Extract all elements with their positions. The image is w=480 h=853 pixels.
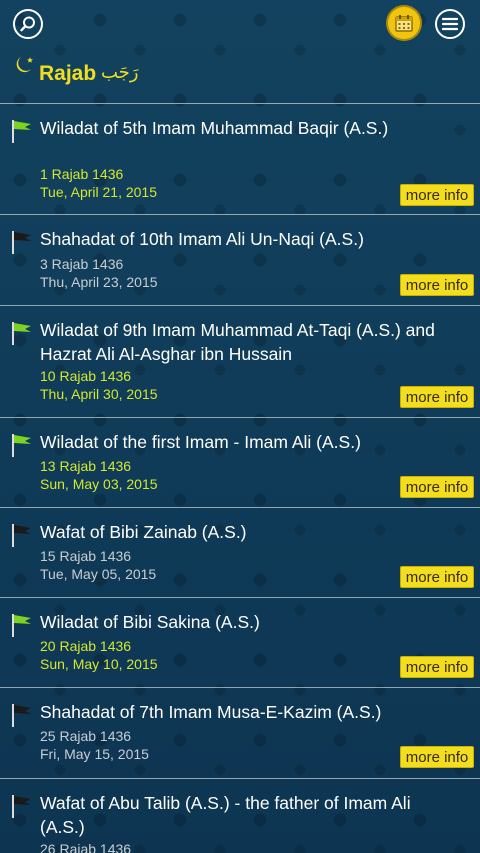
event-title: Wiladat of Bibi Sakina (A.S.) <box>40 612 260 632</box>
crescent-moon-icon <box>16 57 33 73</box>
event-title: Wiladat of 9th Imam Muhammad At-Taqi (A.… <box>40 320 435 364</box>
more-info-button[interactable]: more info <box>400 656 474 678</box>
calendar-icon <box>395 15 413 32</box>
event-item[interactable]: Wiladat of 9th Imam Muhammad At-Taqi (A.… <box>0 306 480 416</box>
event-item[interactable]: Wiladat of 5th Imam Muhammad Baqir (A.S.… <box>0 104 480 214</box>
search-icon <box>20 16 35 32</box>
green-flag-icon <box>12 614 31 637</box>
event-item[interactable]: Wafat of Abu Talib (A.S.) - the father o… <box>0 779 480 853</box>
month-title-arabic: رَجَب <box>101 62 139 83</box>
event-gregorian-date: Sun, May 03, 2015 <box>40 476 158 492</box>
event-title: Shahadat of 7th Imam Musa-E-Kazim (A.S.) <box>40 702 382 722</box>
black-flag-icon <box>12 231 31 254</box>
event-title: Wafat of Abu Talib (A.S.) - the father o… <box>40 793 411 837</box>
more-info-button[interactable]: more info <box>400 746 474 768</box>
event-gregorian-date: Tue, May 05, 2015 <box>40 566 157 582</box>
menu-icon <box>442 17 458 31</box>
black-flag-icon <box>12 704 31 727</box>
event-title: Wiladat of the first Imam - Imam Ali (A.… <box>40 432 361 452</box>
more-info-button[interactable]: more info <box>400 274 474 296</box>
black-flag-icon <box>12 795 31 818</box>
event-gregorian-date: Fri, May 15, 2015 <box>40 746 149 762</box>
menu-button[interactable] <box>435 9 465 39</box>
event-hijri-date: 25 Rajab 1436 <box>40 728 132 744</box>
black-flag-icon <box>12 524 31 547</box>
event-item[interactable]: Wiladat of Bibi Sakina (A.S.) 20 Rajab 1… <box>0 598 480 688</box>
event-item[interactable]: Wafat of Bibi Zainab (A.S.) 15 Rajab 143… <box>0 508 480 598</box>
event-title: Wafat of Bibi Zainab (A.S.) <box>40 522 247 542</box>
event-item[interactable]: Shahadat of 7th Imam Musa-E-Kazim (A.S.)… <box>0 688 480 778</box>
green-flag-icon <box>12 120 31 143</box>
month-header: Rajab رَجَب <box>0 52 480 98</box>
event-title: Wiladat of 5th Imam Muhammad Baqir (A.S.… <box>40 118 389 138</box>
more-info-button[interactable]: more info <box>400 566 474 588</box>
more-info-button[interactable]: more info <box>400 476 474 498</box>
event-hijri-date: 3 Rajab 1436 <box>40 256 124 272</box>
event-gregorian-date: Sun, May 10, 2015 <box>40 656 158 672</box>
green-flag-icon <box>12 322 31 345</box>
calendar-button[interactable] <box>386 5 422 41</box>
event-hijri-date: 26 Rajab 1436 <box>40 841 132 853</box>
event-gregorian-date: Thu, April 23, 2015 <box>40 274 158 290</box>
month-title: Rajab <box>39 62 97 85</box>
green-flag-icon <box>12 434 31 457</box>
event-gregorian-date: Tue, April 21, 2015 <box>40 184 158 200</box>
event-hijri-date: 15 Rajab 1436 <box>40 548 132 564</box>
event-title: Shahadat of 10th Imam Ali Un-Naqi (A.S.) <box>40 229 364 249</box>
event-hijri-date: 1 Rajab 1436 <box>40 166 124 182</box>
event-item[interactable]: Shahadat of 10th Imam Ali Un-Naqi (A.S.)… <box>0 215 480 305</box>
event-hijri-date: 20 Rajab 1436 <box>40 638 132 654</box>
top-bar <box>0 0 480 48</box>
event-item[interactable]: Wiladat of the first Imam - Imam Ali (A.… <box>0 418 480 508</box>
search-button[interactable] <box>13 9 43 39</box>
event-gregorian-date: Thu, April 30, 2015 <box>40 386 158 402</box>
event-hijri-date: 10 Rajab 1436 <box>40 368 132 384</box>
more-info-button[interactable]: more info <box>400 386 474 408</box>
more-info-button[interactable]: more info <box>400 184 474 206</box>
event-hijri-date: 13 Rajab 1436 <box>40 458 132 474</box>
